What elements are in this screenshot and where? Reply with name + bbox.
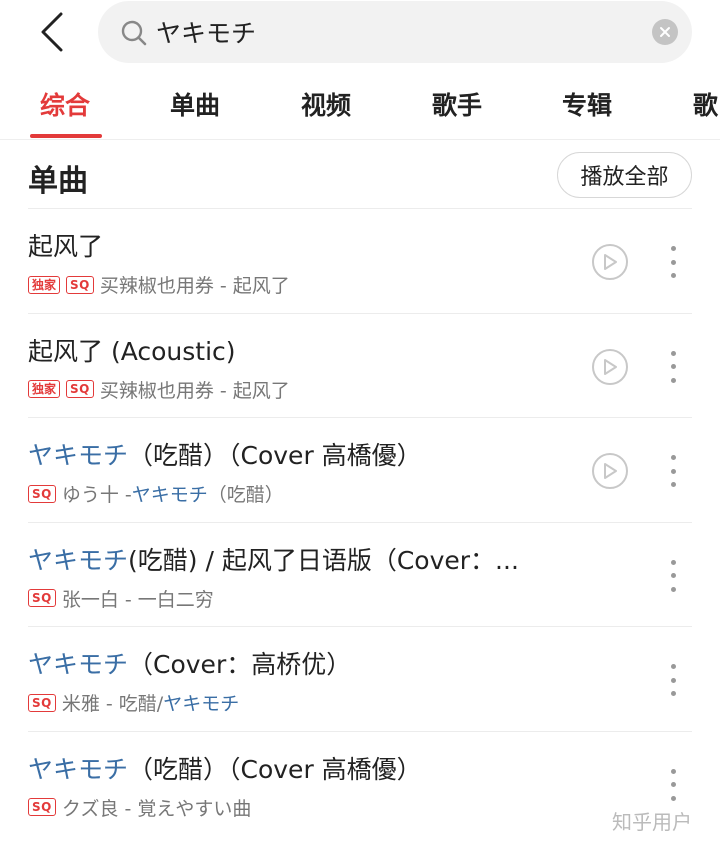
- song-artist-album: クズ良 - 覚えやすい曲: [61, 797, 252, 820]
- active-tab-indicator: [30, 134, 102, 138]
- song-row[interactable]: ヤキモチ（吃醋）（Cover 高橋優） SQ クズ良 - 覚えやすい曲: [28, 730, 692, 836]
- tab-comprehensive[interactable]: 综合: [40, 86, 90, 122]
- more-options-button[interactable]: [665, 664, 681, 696]
- play-video-button[interactable]: [592, 453, 628, 489]
- song-title: 起风了 (Acoustic): [28, 336, 236, 366]
- more-options-button[interactable]: [665, 455, 681, 487]
- song-artist-album: 张一白 - 一白二穷: [61, 588, 214, 611]
- tab-bar: 综合 单曲 视频 歌手 专辑 歌: [0, 66, 720, 140]
- song-album: （吃醋）: [207, 484, 284, 506]
- song-title: ヤキモチ（吃醋）（Cover 高橋優）: [28, 754, 422, 784]
- songs-section-header: 单曲 播放全部: [0, 140, 720, 210]
- song-artist: ゆう十 -: [61, 484, 132, 506]
- song-title: ヤキモチ(吃醋) / 起风了日语版（Cover：...: [28, 545, 519, 575]
- more-options-button[interactable]: [665, 768, 681, 801]
- song-artist: 米雅 - 吃醋/: [61, 693, 164, 715]
- exclusive-badge: 独家: [28, 275, 61, 294]
- song-row[interactable]: 起风了 独家 SQ 买辣椒也用券 - 起风了: [28, 208, 692, 313]
- back-button[interactable]: [32, 10, 72, 54]
- song-meta: SQ 米雅 - 吃醋/ヤキモチ: [28, 689, 239, 716]
- play-icon: [604, 254, 617, 270]
- song-row[interactable]: ヤキモチ（吃醋）（Cover 高橋優） SQ ゆう十 - ヤキモチ （吃醋）: [28, 417, 692, 522]
- more-options-button[interactable]: [665, 246, 681, 278]
- chevron-left-icon: [41, 12, 63, 52]
- song-meta: SQ 张一白 - 一白二穷: [28, 585, 214, 612]
- search-input[interactable]: ヤキモチ: [156, 14, 256, 50]
- section-title: 单曲: [28, 164, 88, 199]
- play-video-button[interactable]: [592, 348, 628, 385]
- tab-artists[interactable]: 歌手: [432, 86, 482, 122]
- search-icon: [121, 20, 147, 46]
- sq-badge: SQ: [28, 484, 56, 503]
- song-meta: SQ クズ良 - 覚えやすい曲: [28, 794, 251, 821]
- song-row[interactable]: ヤキモチ(吃醋) / 起风了日语版（Cover：... SQ 张一白 - 一白二…: [28, 521, 692, 627]
- song-row[interactable]: 起风了 (Acoustic) 独家 SQ 买辣椒也用券 - 起风了: [28, 312, 692, 418]
- song-artist-album: 买辣椒也用券 - 起风了: [99, 275, 290, 297]
- more-options-button[interactable]: [665, 350, 681, 383]
- tab-playlists[interactable]: 歌: [693, 86, 718, 122]
- song-album-highlight: ヤキモチ: [163, 693, 240, 715]
- play-icon: [604, 463, 617, 479]
- song-title: ヤキモチ（Cover：高桥优）: [28, 650, 352, 679]
- song-meta: SQ ゆう十 - ヤキモチ （吃醋）: [28, 480, 284, 507]
- play-icon: [604, 358, 617, 375]
- watermark: 知乎用户: [612, 810, 692, 834]
- sq-badge: SQ: [28, 693, 56, 712]
- song-meta: 独家 SQ 买辣椒也用券 - 起风了: [28, 376, 290, 403]
- sq-badge: SQ: [28, 589, 56, 607]
- song-row[interactable]: ヤキモチ（Cover：高桥优） SQ 米雅 - 吃醋/ヤキモチ: [28, 626, 692, 731]
- sq-badge: SQ: [66, 275, 94, 294]
- close-icon: [660, 27, 670, 37]
- song-artist-album: 买辣椒也用券 - 起风了: [99, 379, 290, 402]
- song-album-highlight: ヤキモチ: [131, 484, 208, 506]
- search-bar[interactable]: ヤキモチ: [98, 1, 692, 63]
- song-meta: 独家 SQ 买辣椒也用券 - 起风了: [28, 271, 290, 298]
- tab-videos[interactable]: 视频: [301, 86, 351, 122]
- song-title: ヤキモチ（吃醋）（Cover 高橋優）: [28, 441, 422, 470]
- play-video-button[interactable]: [592, 244, 628, 280]
- top-bar: ヤキモチ: [0, 0, 720, 66]
- sq-badge: SQ: [28, 798, 56, 816]
- song-list: 起风了 独家 SQ 买辣椒也用券 - 起风了 起风了 (Acoustic) 独家…: [28, 208, 692, 835]
- more-options-button[interactable]: [665, 559, 681, 592]
- sq-badge: SQ: [66, 380, 94, 398]
- play-all-button[interactable]: 播放全部: [557, 152, 692, 198]
- clear-search-button[interactable]: [652, 19, 678, 45]
- tab-albums[interactable]: 专辑: [562, 86, 612, 122]
- exclusive-badge: 独家: [28, 380, 61, 398]
- song-title: 起风了: [28, 232, 104, 261]
- tab-songs[interactable]: 单曲: [170, 86, 220, 122]
